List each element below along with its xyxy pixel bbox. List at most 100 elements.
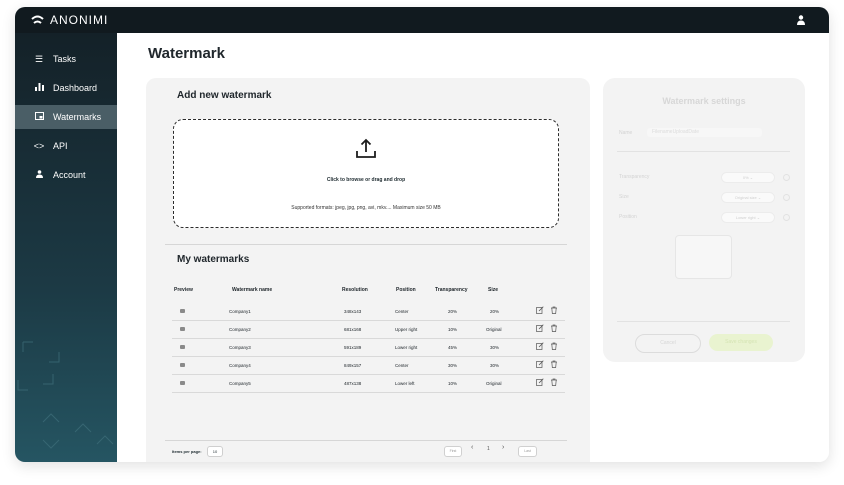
column-header-name: Watermark name <box>232 287 273 293</box>
table-row[interactable]: Company1 348x143 Center 20% 20% <box>172 303 565 321</box>
cell-position: Lower left <box>395 381 415 386</box>
transparency-label: Transparency <box>619 174 650 180</box>
user-account-icon[interactable] <box>795 14 807 26</box>
user-icon <box>33 170 45 180</box>
list-icon: ☰ <box>34 53 44 64</box>
save-changes-button[interactable]: Save changes <box>709 334 773 351</box>
last-page-button[interactable]: Last <box>518 446 537 457</box>
table-row[interactable]: Company2 681x168 Upper right 10% Origina… <box>172 321 565 339</box>
prev-page-button[interactable]: ‹ <box>471 444 473 451</box>
upload-icon <box>356 138 376 158</box>
settings-divider <box>617 321 790 322</box>
sidebar-item-api[interactable]: <> API <box>15 134 117 158</box>
cell-position: Lower right <box>395 345 418 350</box>
position-select[interactable]: Lower right ⌄ <box>721 212 775 223</box>
table-row[interactable]: Company3 591x189 Lower right 45% 30% <box>172 339 565 357</box>
cell-resolution: 849x157 <box>344 363 362 368</box>
delete-icon[interactable] <box>550 306 558 314</box>
sidebar-item-label: API <box>53 141 68 151</box>
next-page-button[interactable]: › <box>502 444 504 451</box>
cell-resolution: 681x168 <box>344 327 362 332</box>
items-per-page-label: Items per page: <box>172 449 202 454</box>
top-bar: ANONIMI <box>15 7 829 33</box>
name-label: Name <box>619 130 633 136</box>
delete-icon[interactable] <box>550 342 558 350</box>
table-row[interactable]: Company4 849x157 Center 30% 30% <box>172 357 565 375</box>
info-icon <box>783 194 790 201</box>
name-input[interactable]: FilenameUploadDate <box>647 128 762 137</box>
cell-name: Company2 <box>229 327 251 332</box>
column-header-resolution: Resolution <box>342 287 368 293</box>
section-divider <box>165 244 567 245</box>
cell-position: Upper right <box>395 327 418 332</box>
edit-icon[interactable] <box>536 324 544 332</box>
preview-thumbnail <box>180 345 185 349</box>
cell-size: Original <box>486 381 502 386</box>
column-header-size: Size <box>488 287 499 293</box>
position-value: Lower right <box>735 215 756 220</box>
table-row[interactable]: Company5 487x138 Lower left 10% Original <box>172 375 565 393</box>
column-header-transparency: Transparency <box>435 287 468 293</box>
sidebar-item-label: Tasks <box>53 54 77 64</box>
preview-thumbnail <box>180 381 185 385</box>
cell-transparency: 30% <box>448 363 458 368</box>
size-label: Size <box>619 194 629 200</box>
edit-icon[interactable] <box>536 378 544 386</box>
upload-dropzone[interactable]: Click to browse or drag and drop Support… <box>173 119 559 228</box>
first-page-button[interactable]: First <box>444 446 462 457</box>
main-content: Watermark Add new watermark Click to bro… <box>117 33 829 462</box>
delete-icon[interactable] <box>550 360 558 368</box>
cell-position: Center <box>395 363 409 368</box>
code-icon: <> <box>33 141 45 151</box>
delete-icon[interactable] <box>550 378 558 386</box>
info-icon <box>783 214 790 221</box>
cell-transparency: 45% <box>448 345 458 350</box>
watermarks-panel: Add new watermark Click to browse or dra… <box>146 78 590 462</box>
sidebar-item-label: Watermarks <box>53 112 102 122</box>
page-title: Watermark <box>148 45 225 62</box>
app-window: ANONIMI ☰ Tasks Dashboard Watermarks <> … <box>15 7 829 462</box>
my-watermarks-heading: My watermarks <box>177 254 250 265</box>
column-header-position: Position <box>396 287 416 293</box>
upload-cta: Click to browse or drag and drop <box>326 177 406 183</box>
edit-icon[interactable] <box>536 306 544 314</box>
cell-name: Company4 <box>229 363 251 368</box>
cell-resolution: 591x189 <box>344 345 362 350</box>
cell-name: Company3 <box>229 345 251 350</box>
cell-size: 20% <box>490 309 500 314</box>
delete-icon[interactable] <box>550 324 558 332</box>
upload-formats: Supported formats: jpeg, jpg, png, avi, … <box>291 205 441 211</box>
position-preview-box <box>675 235 732 279</box>
edit-icon[interactable] <box>536 342 544 350</box>
preview-thumbnail <box>180 327 185 331</box>
watermark-icon <box>33 112 45 122</box>
cell-size: 30% <box>490 363 500 368</box>
bar-chart-icon <box>33 83 45 93</box>
cell-size: 30% <box>490 345 500 350</box>
cell-transparency: 20% <box>448 309 458 314</box>
sidebar-item-tasks[interactable]: ☰ Tasks <box>15 47 117 71</box>
cancel-button[interactable]: Cancel <box>635 334 701 353</box>
brand-icon <box>31 15 44 24</box>
transparency-select[interactable]: 0% ⌄ <box>721 172 775 183</box>
brand-logo[interactable]: ANONIMI <box>31 13 108 27</box>
add-watermark-heading: Add new watermark <box>177 90 272 101</box>
position-label: Position <box>619 214 637 220</box>
pagination-divider <box>165 440 567 441</box>
settings-title: Watermark settings <box>662 96 746 106</box>
column-header-preview: Preview <box>174 287 193 293</box>
cell-name: Company1 <box>229 309 251 314</box>
size-value: Original size <box>734 195 757 200</box>
current-page: 1 <box>487 446 490 452</box>
sidebar-item-dashboard[interactable]: Dashboard <box>15 76 117 100</box>
size-select[interactable]: Original size ⌄ <box>721 192 775 203</box>
items-per-page-select[interactable]: 10 <box>207 446 223 457</box>
preview-thumbnail <box>180 363 185 367</box>
sidebar-item-watermarks[interactable]: Watermarks <box>15 105 117 129</box>
sidebar-item-label: Account <box>53 170 86 180</box>
edit-icon[interactable] <box>536 360 544 368</box>
cell-position: Center <box>395 309 409 314</box>
cell-size: Original <box>486 327 502 332</box>
preview-thumbnail <box>180 309 185 313</box>
sidebar-item-account[interactable]: Account <box>15 163 117 187</box>
